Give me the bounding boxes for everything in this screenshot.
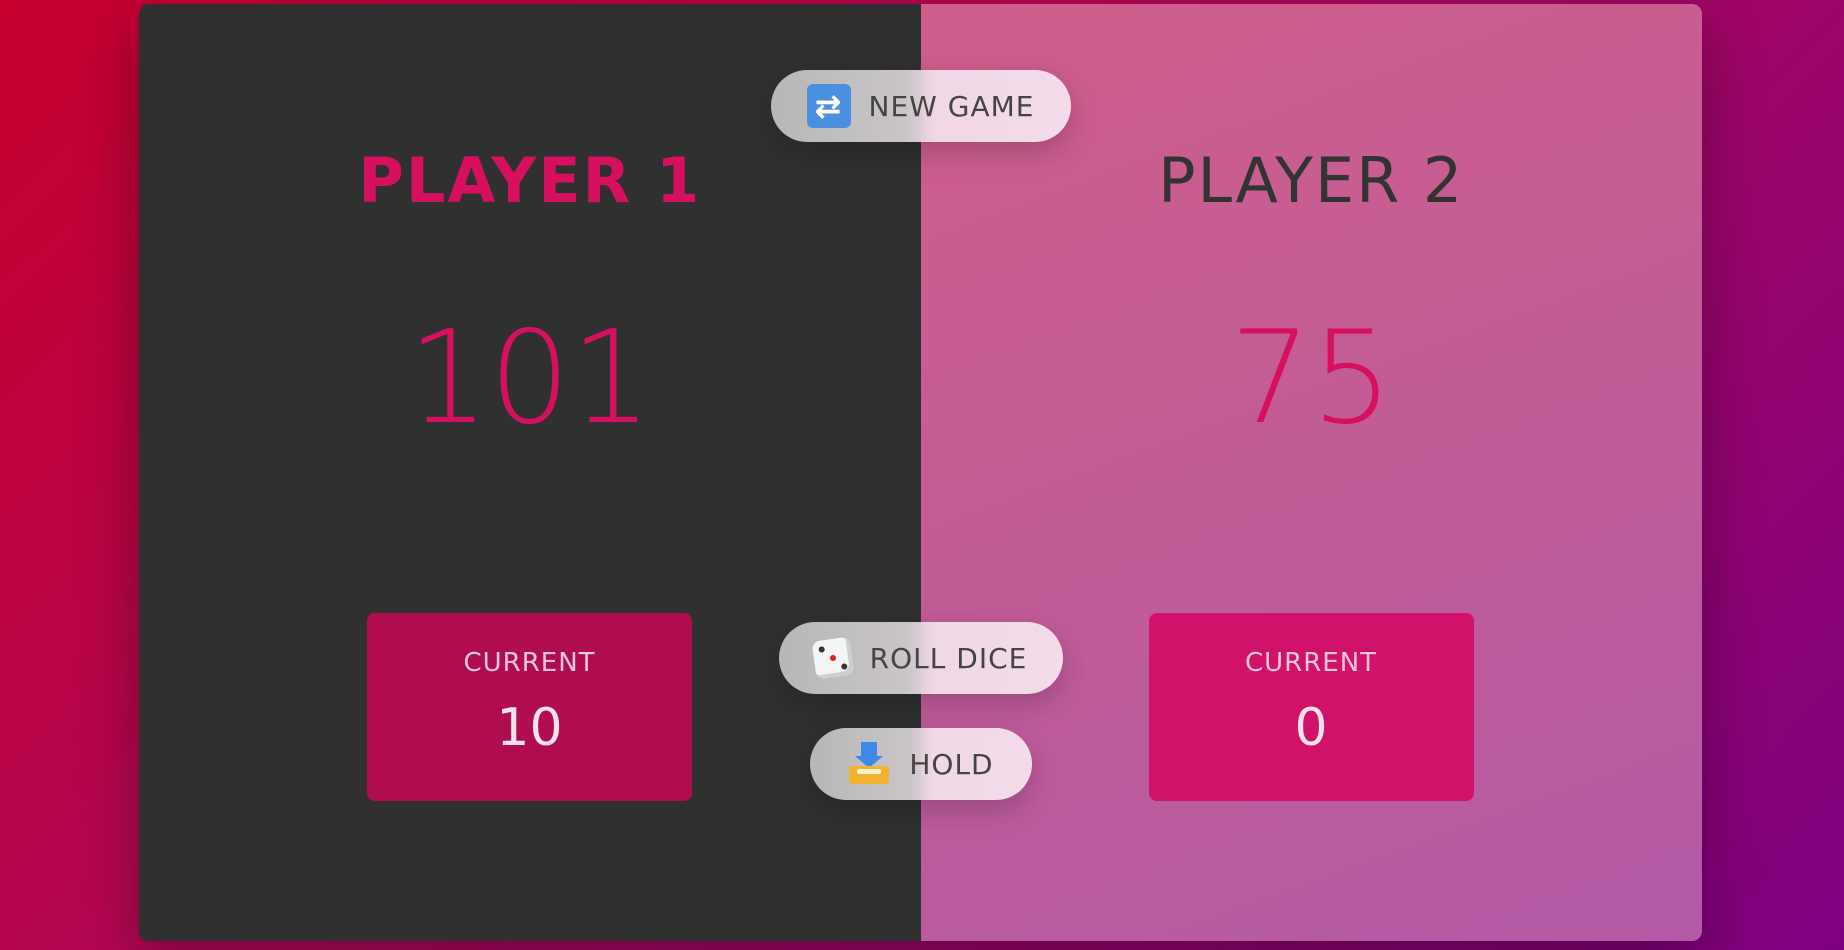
inbox-tray-icon (847, 742, 891, 786)
player-1-panel: PLAYER 1 101 CURRENT 10 (139, 4, 921, 941)
player-2-current-score: 0 (1294, 698, 1328, 758)
dice-icon (811, 636, 855, 680)
player-1-total-score: 101 (407, 304, 652, 454)
player-1-current-label: CURRENT (463, 648, 596, 678)
new-game-label: NEW GAME (868, 89, 1035, 123)
player-2-name: PLAYER 2 (1158, 144, 1465, 217)
player-1-current-score: 10 (496, 698, 563, 758)
hold-button[interactable]: HOLD (809, 728, 1032, 800)
player-2-current-label: CURRENT (1244, 648, 1378, 678)
roll-dice-label: ROLL DICE (869, 641, 1028, 675)
player-2-current-box: CURRENT 0 (1148, 613, 1474, 801)
player-2-panel: PLAYER 2 75 CURRENT 0 (920, 4, 1702, 941)
roll-dice-button[interactable]: ROLL DICE (778, 622, 1063, 694)
player-1-current-box: CURRENT 10 (367, 613, 692, 801)
hold-label: HOLD (909, 747, 994, 781)
repeat-arrows-icon (806, 84, 851, 128)
player-1-name: PLAYER 1 (358, 144, 702, 217)
player-2-total-score: 75 (1229, 304, 1393, 454)
game-board: PLAYER 1 101 CURRENT 10 PLAYER 2 75 CURR… (139, 4, 1702, 941)
new-game-button[interactable]: NEW GAME (770, 70, 1071, 142)
